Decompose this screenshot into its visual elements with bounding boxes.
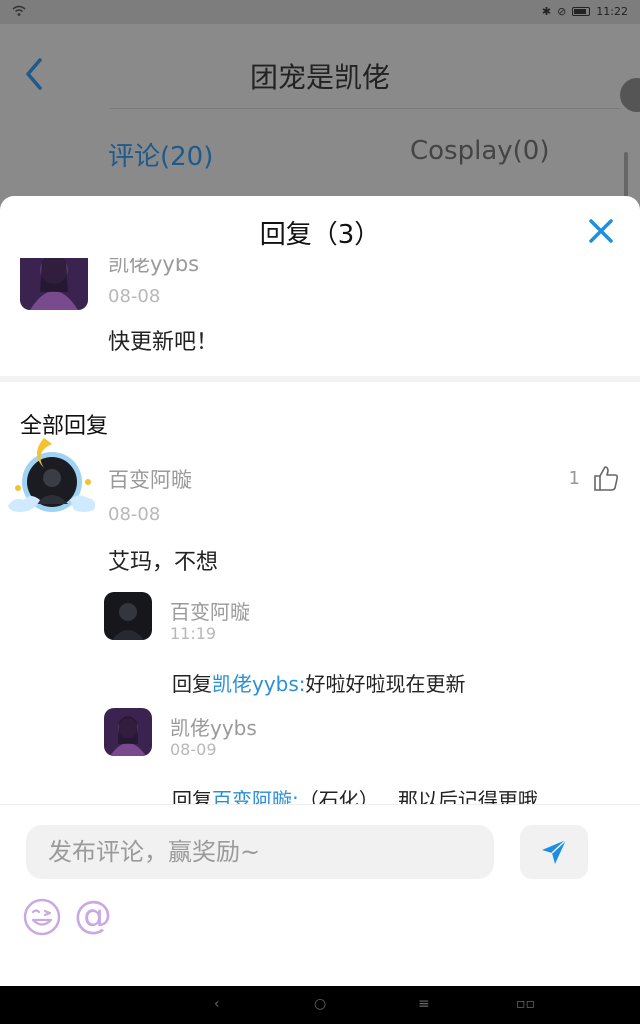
- avatar[interactable]: [20, 258, 88, 310]
- status-bar: ✱ ⊘ 11:22: [0, 0, 640, 24]
- battery-icon: [572, 7, 591, 16]
- avatar[interactable]: [104, 592, 152, 640]
- at-icon[interactable]: @: [74, 893, 112, 937]
- send-button[interactable]: [520, 825, 588, 879]
- avatar[interactable]: [104, 708, 152, 756]
- like-button[interactable]: 1: [569, 464, 620, 492]
- sub-reply-text: 回复凯佬yybs:好啦好啦现在更新: [172, 668, 466, 697]
- reply-prefix: 回复: [172, 672, 212, 696]
- comment-composer: @: [0, 804, 640, 986]
- reply-body: 好啦好啦现在更新: [305, 672, 466, 696]
- reply-list[interactable]: 凯佬yybs 08-08 快更新吧！ 全部回复 百变阿暶 08-08 1 艾玛，…: [0, 258, 640, 806]
- floating-button[interactable]: [620, 78, 640, 112]
- nav-recents-icon[interactable]: ▫▫: [516, 996, 535, 1012]
- bluetooth-icon: ✱: [541, 5, 552, 18]
- section-divider: [0, 376, 640, 382]
- reply-author[interactable]: 百变阿暶: [108, 464, 192, 494]
- sheet-title: 回复（3）: [259, 220, 381, 250]
- sub-reply-time: 11:19: [170, 624, 217, 643]
- page-title: 团宠是凯佬: [249, 61, 390, 94]
- nav-home-icon[interactable]: ○: [314, 996, 326, 1012]
- sub-reply-author[interactable]: 百变阿暶: [170, 596, 250, 625]
- comment-text: 快更新吧！: [108, 330, 219, 355]
- status-time: 11:22: [596, 5, 628, 18]
- title-divider: [110, 108, 620, 109]
- emoji-icon[interactable]: [22, 897, 62, 937]
- like-count: 1: [568, 467, 580, 489]
- wifi-icon: [12, 5, 26, 16]
- sub-reply-author[interactable]: 凯佬yybs: [170, 712, 257, 741]
- navigation-bar: ‹ ○ ≡ ▫▫: [0, 986, 640, 1024]
- tab-cosplay[interactable]: Cosplay(0): [410, 136, 549, 166]
- thumbs-up-icon: [594, 466, 619, 491]
- reply-date: 08-08: [108, 504, 161, 525]
- sub-reply-text: 回复百变阿暶:（石化）...那以后记得更哦: [172, 784, 538, 806]
- send-icon: [542, 839, 567, 864]
- comment-author[interactable]: 凯佬yybs: [108, 258, 199, 278]
- comment-input[interactable]: [26, 825, 494, 879]
- nav-back-icon[interactable]: ‹: [214, 996, 220, 1012]
- mute-icon: ⊘: [557, 5, 567, 18]
- reply-avatar[interactable]: [4, 430, 100, 526]
- reply-text: 艾玛，不想: [108, 550, 219, 575]
- nav-menu-icon[interactable]: ≡: [418, 996, 430, 1012]
- mention-link[interactable]: 凯佬yybs:: [212, 672, 306, 696]
- sub-reply-time: 08-09: [170, 740, 217, 759]
- comment-date: 08-08: [108, 286, 161, 307]
- background-page: 团宠是凯佬 评论(20) Cosplay(0): [0, 24, 640, 224]
- tab-comments[interactable]: 评论(20): [108, 136, 213, 173]
- status-icons: ✱ ⊘ 11:22: [542, 5, 628, 18]
- close-icon[interactable]: [586, 216, 616, 246]
